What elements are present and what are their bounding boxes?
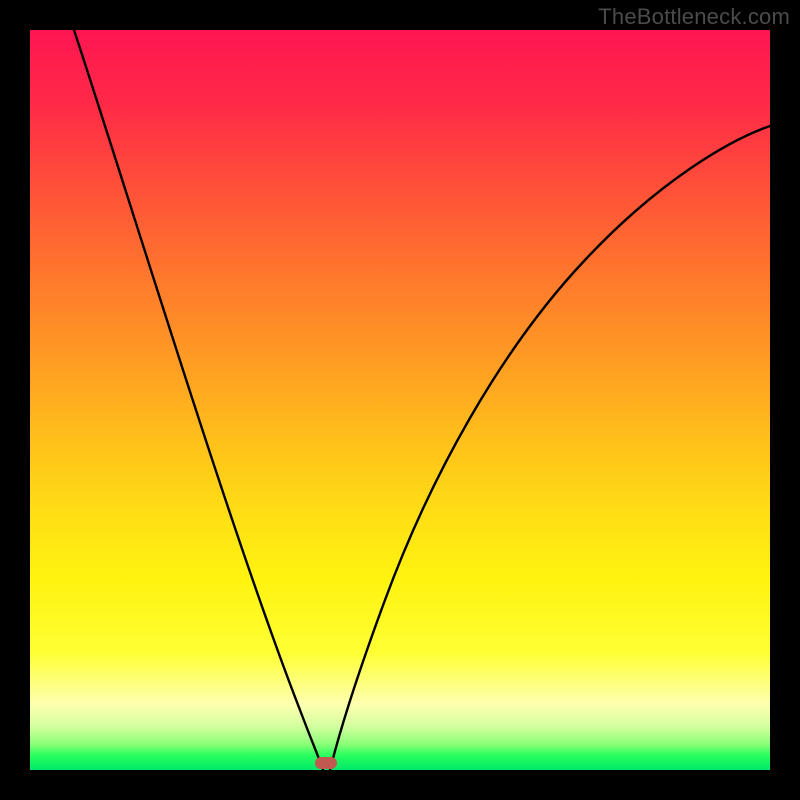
optimal-marker — [315, 757, 337, 769]
curve-right-branch — [330, 126, 770, 770]
chart-stage: TheBottleneck.com — [0, 0, 800, 800]
curve-left-branch — [74, 30, 323, 770]
bottleneck-curve — [30, 30, 770, 770]
watermark-text: TheBottleneck.com — [598, 4, 790, 30]
